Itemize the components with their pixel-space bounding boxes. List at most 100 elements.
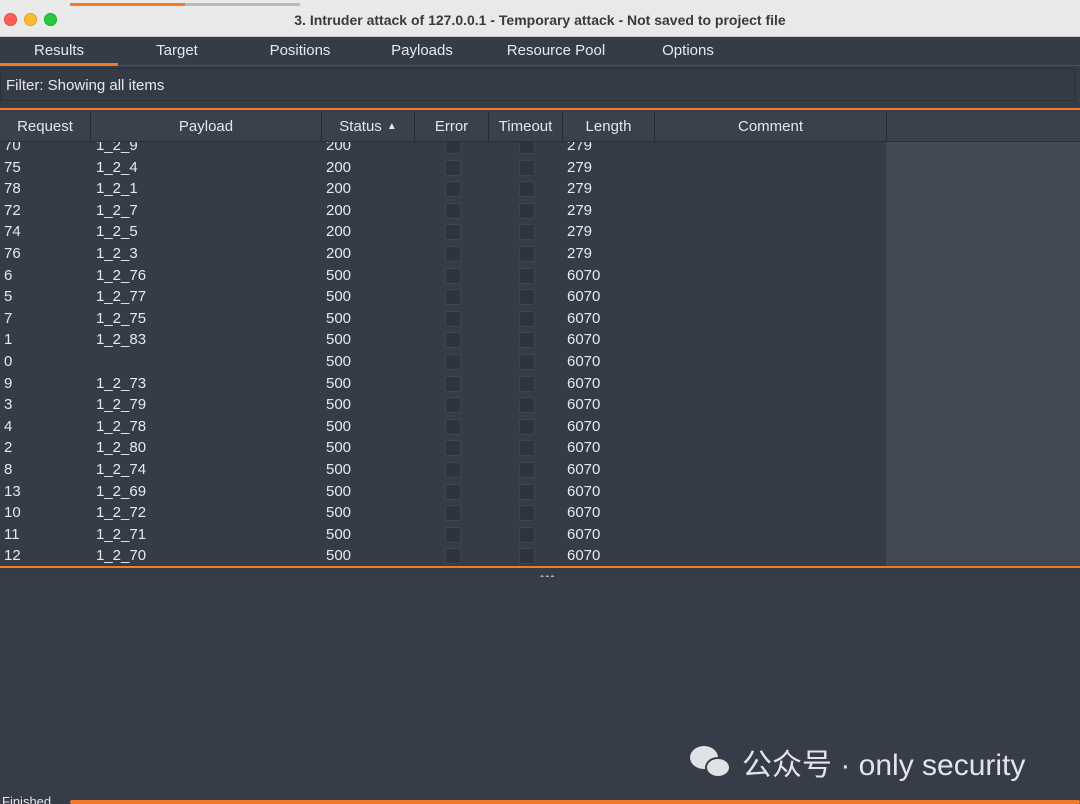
table-top-divider [0,108,1080,110]
error-checkbox [445,142,461,154]
cell-length: 6070 [567,504,601,522]
error-checkbox [445,332,461,349]
tab-payloads[interactable]: Payloads [362,37,482,66]
cell-payload: 1_2_72 [96,504,147,522]
cell-status: 500 [326,352,352,370]
column-header-request[interactable]: Request [0,112,91,142]
column-header-status[interactable]: Status ▲ [322,112,415,142]
error-checkbox [445,181,461,198]
cell-length: 6070 [567,417,601,435]
cell-status: 500 [326,460,352,478]
cell-request: 0 [4,352,13,370]
cell-length: 279 [567,142,593,154]
table-row[interactable]: 12 1_2_70 500 6070 [0,545,886,567]
cell-request: 76 [4,244,21,262]
cell-status: 500 [326,417,352,435]
cell-length: 6070 [567,352,601,370]
cell-request: 12 [4,547,21,565]
intruder-tabs: Results Target Positions Payloads Resour… [0,37,1080,66]
timeout-checkbox [519,483,535,500]
cell-request: 75 [4,158,21,176]
cell-payload: 1_2_9 [96,142,138,154]
cell-status: 200 [326,180,352,198]
cell-request: 10 [4,504,21,522]
table-row[interactable]: 5 1_2_77 500 6070 [0,286,886,308]
cell-length: 279 [567,180,593,198]
cell-request: 11 [4,525,20,543]
filter-bar[interactable]: Filter: Showing all items [0,68,1076,101]
table-row[interactable]: 8 1_2_74 500 6070 [0,459,886,481]
column-header-error[interactable]: Error [415,112,489,142]
wechat-icon [690,744,734,780]
cell-length: 6070 [567,374,601,392]
timeout-checkbox [519,245,535,262]
tab-resource-pool[interactable]: Resource Pool [490,37,622,66]
cell-payload: 1_2_1 [96,180,138,198]
results-table-body[interactable]: 70 1_2_9 200 279 75 1_2_4 200 279 78 1_2_1 200 279 7… [0,142,886,567]
table-row[interactable]: 6 1_2_76 500 6070 [0,265,886,287]
cell-request: 5 [4,288,13,306]
cell-request: 6 [4,266,13,284]
attack-progress-track [185,3,300,6]
table-row[interactable]: 2 1_2_80 500 6070 [0,437,886,459]
cell-length: 6070 [567,547,601,565]
table-row[interactable]: 10 1_2_72 500 6070 [0,502,886,524]
column-header-payload[interactable]: Payload [91,112,322,142]
table-row[interactable]: 72 1_2_7 200 279 [0,200,886,222]
cell-length: 279 [567,244,593,262]
timeout-checkbox [519,375,535,392]
table-row[interactable]: 74 1_2_5 200 279 [0,221,886,243]
cell-payload: 1_2_80 [96,439,147,457]
cell-payload: 1_2_73 [96,374,147,392]
cell-length: 6070 [567,288,601,306]
cell-request: 74 [4,223,21,241]
tab-positions[interactable]: Positions [240,37,360,66]
watermark-text: 公众号 · only security [742,749,1026,782]
tab-options[interactable]: Options [630,37,746,66]
column-header-comment[interactable]: Comment [655,112,887,142]
status-bar: Finished [0,795,1080,804]
cell-request: 1 [4,331,13,349]
timeout-checkbox [519,505,535,522]
timeout-checkbox [519,418,535,435]
table-row[interactable]: 13 1_2_69 500 6070 [0,481,886,503]
cell-length: 6070 [567,309,601,327]
table-row[interactable]: 7 1_2_75 500 6070 [0,308,886,330]
cell-status: 500 [326,396,352,414]
cell-payload: 1_2_83 [96,331,147,349]
cell-request: 4 [4,417,13,435]
table-row[interactable]: 11 1_2_71 500 6070 [0,524,886,546]
cell-request: 2 [4,439,13,457]
error-checkbox [445,397,461,414]
error-checkbox [445,418,461,435]
column-header-timeout[interactable]: Timeout [489,112,563,142]
timeout-checkbox [519,548,535,565]
tab-results[interactable]: Results [0,37,118,66]
table-row[interactable]: 3 1_2_79 500 6070 [0,394,886,416]
table-row[interactable]: 78 1_2_1 200 279 [0,178,886,200]
error-checkbox [445,289,461,306]
error-checkbox [445,440,461,457]
error-checkbox [445,224,461,241]
error-checkbox [445,375,461,392]
watermark: 公众号 · only security [690,740,1025,784]
cell-length: 6070 [567,439,601,457]
table-row[interactable]: 4 1_2_78 500 6070 [0,416,886,438]
table-row[interactable]: 0 500 6070 [0,351,886,373]
cell-status: 200 [326,244,352,262]
cell-status: 200 [326,158,352,176]
cell-status: 500 [326,439,352,457]
cell-payload: 1_2_74 [96,460,147,478]
cell-status: 500 [326,309,352,327]
cell-request: 3 [4,396,13,414]
table-row[interactable]: 76 1_2_3 200 279 [0,243,886,265]
table-row[interactable]: 75 1_2_4 200 279 [0,157,886,179]
timeout-checkbox [519,159,535,176]
table-row[interactable]: 1 1_2_83 500 6070 [0,329,886,351]
tab-target[interactable]: Target [118,37,236,66]
table-row[interactable]: 9 1_2_73 500 6070 [0,373,886,395]
cell-status: 500 [326,331,352,349]
error-checkbox [445,267,461,284]
column-header-length[interactable]: Length [563,112,655,142]
table-row[interactable]: 70 1_2_9 200 279 [0,142,886,157]
